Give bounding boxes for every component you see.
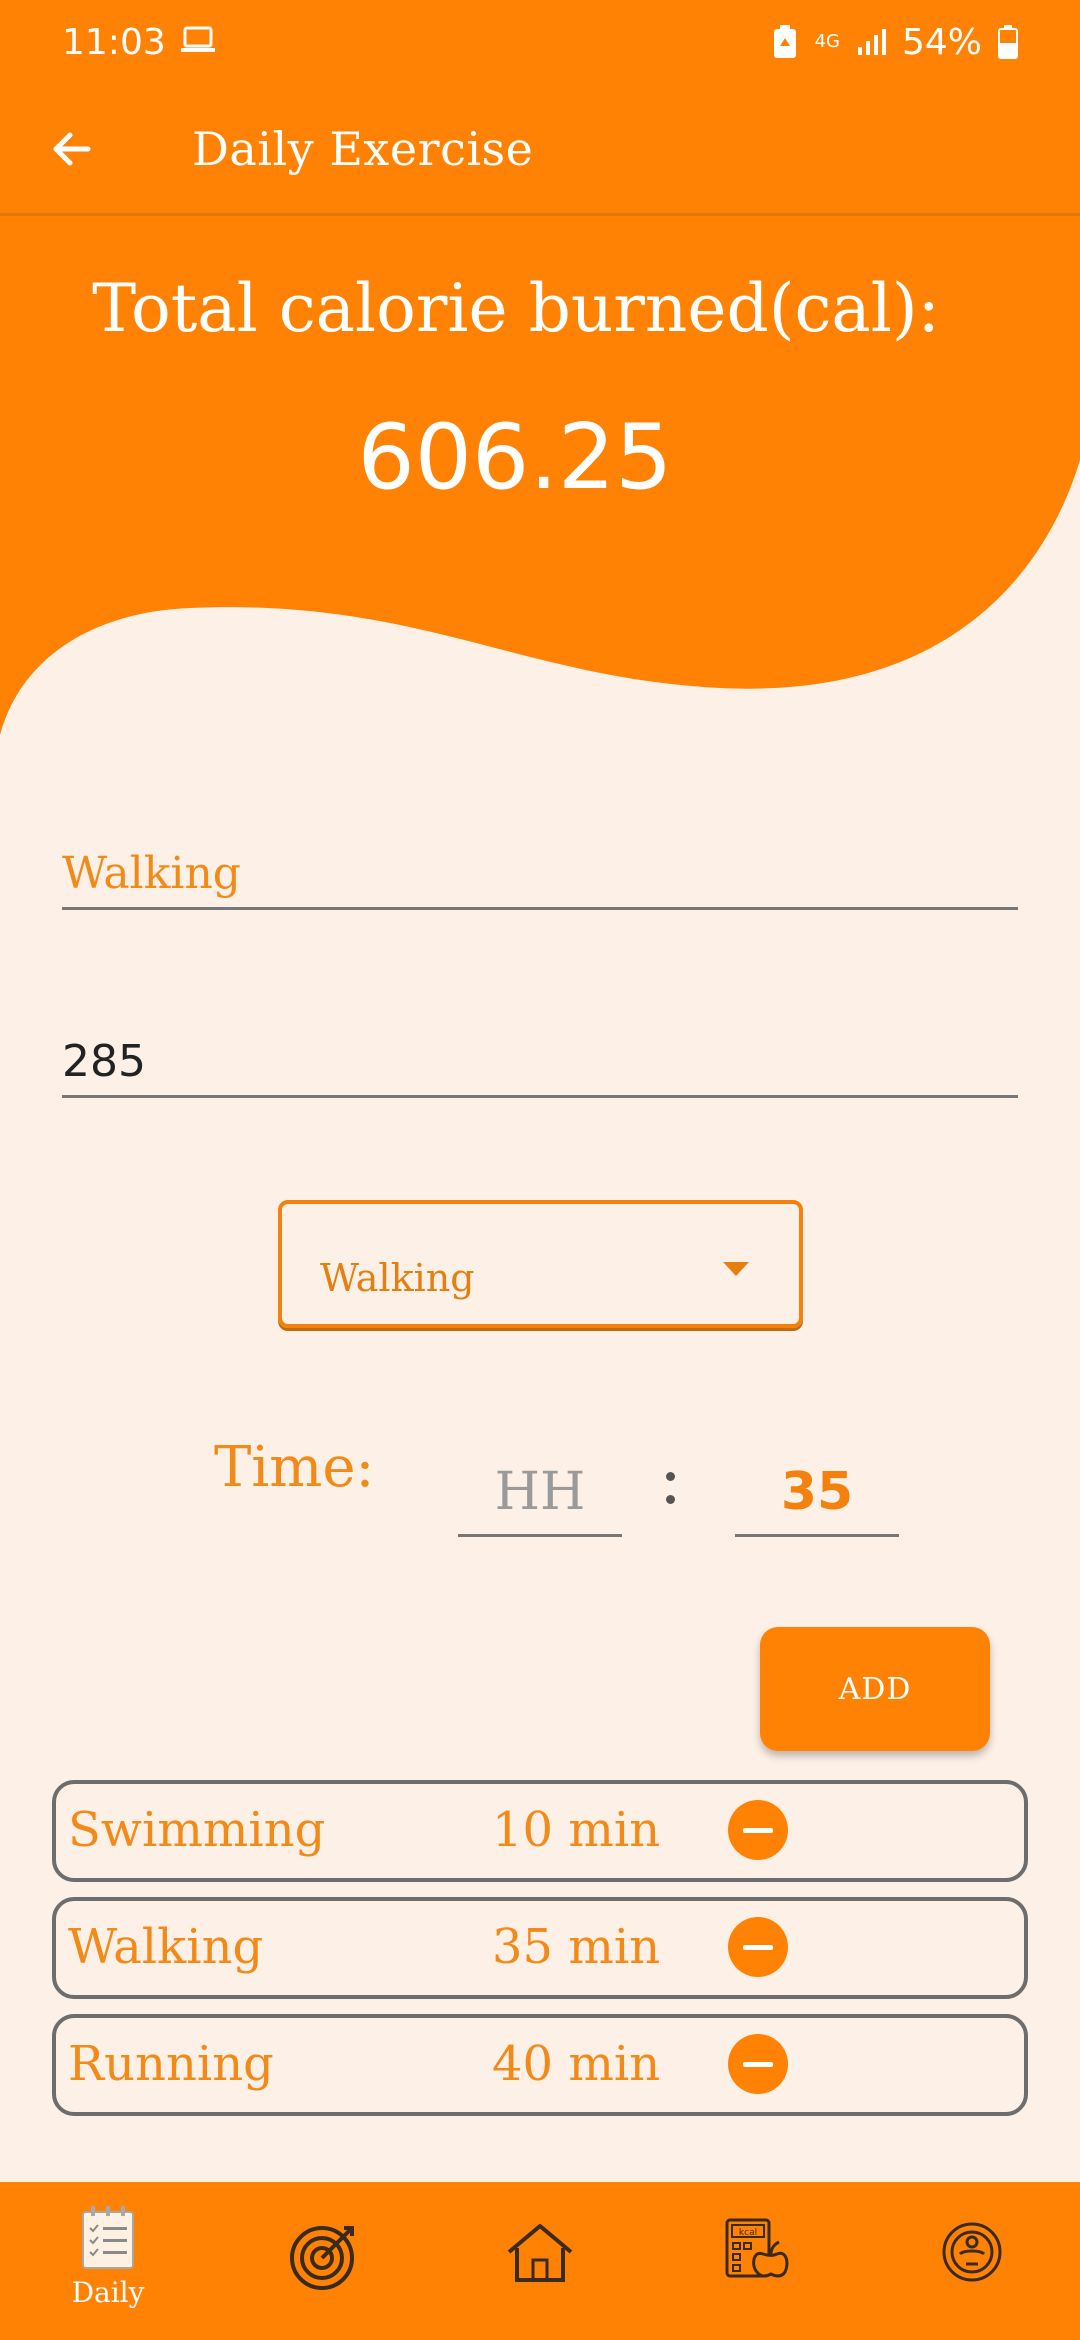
scale-icon [942, 2222, 1002, 2282]
add-button[interactable]: ADD [760, 1627, 990, 1751]
nav-item-home[interactable] [432, 2182, 648, 2340]
nav-item-calculator[interactable]: kcal [648, 2182, 864, 2340]
nav-item-goal[interactable] [216, 2182, 432, 2340]
nav-item-daily[interactable]: Daily [0, 2182, 216, 2340]
remove-exercise-button[interactable] [728, 1917, 788, 1977]
exercise-type-dropdown[interactable]: Walking [278, 1200, 803, 1328]
kcal-calculator-icon: kcal [725, 2218, 789, 2278]
laptop-icon [180, 22, 216, 63]
list-item: Walking 35 min [52, 1897, 1028, 1999]
app-bar: Daily Exercise [0, 84, 1080, 216]
arrow-left-icon [53, 132, 91, 165]
exercise-item-duration: 10 min [492, 1802, 661, 1858]
total-calorie-value: 606.25 [357, 405, 673, 510]
bottom-navigation: Daily kcal [0, 2182, 1080, 2340]
remove-exercise-button[interactable] [728, 1800, 788, 1860]
exercise-item-duration: 35 min [492, 1919, 661, 1975]
exercise-item-name: Swimming [68, 1802, 326, 1858]
caret-down-icon [723, 1262, 749, 1276]
nav-label-daily: Daily [71, 2276, 145, 2309]
exercise-list: Swimming 10 min Walking 35 min Running 4… [52, 1780, 1028, 2131]
time-separator [666, 1462, 680, 1518]
battery-saver-icon [771, 24, 799, 60]
back-button[interactable] [36, 113, 108, 185]
time-label: Time: [214, 1435, 375, 1500]
network-type-label: 4G [814, 31, 840, 52]
minutes-input[interactable]: 35 [735, 1462, 899, 1537]
remove-exercise-button[interactable] [728, 2034, 788, 2094]
calories-input[interactable]: 285 [62, 1028, 1018, 1098]
status-bar: 11:03 4G 54% [0, 0, 1080, 84]
daily-exercise-screen: 11:03 4G 54% Daily Exercise Total calori… [0, 0, 1080, 2340]
nav-item-scale[interactable] [864, 2182, 1080, 2340]
svg-text:kcal: kcal [739, 2228, 757, 2238]
clipboard-checklist-icon [82, 2206, 134, 2269]
exercise-item-duration: 40 min [492, 2036, 661, 2092]
exercise-name-input[interactable]: Walking [62, 840, 1018, 910]
minus-icon [743, 2061, 773, 2067]
minus-icon [743, 1827, 773, 1833]
dropdown-selected-value: Walking [320, 1256, 475, 1300]
list-item: Swimming 10 min [52, 1780, 1028, 1882]
list-item: Running 40 min [52, 2014, 1028, 2116]
total-calorie-label: Total calorie burned(cal): [92, 270, 940, 347]
home-icon [507, 2224, 573, 2282]
target-icon [290, 2226, 354, 2290]
network-type-icon: 4G [815, 33, 840, 51]
hours-input[interactable]: HH [458, 1462, 622, 1537]
status-time: 11:03 [62, 21, 166, 63]
exercise-item-name: Walking [68, 1919, 264, 1975]
minus-icon [743, 1944, 773, 1950]
signal-icon [856, 27, 886, 57]
page-title: Daily Exercise [192, 121, 534, 176]
battery-level: 54% [901, 21, 982, 63]
exercise-item-name: Running [68, 2036, 274, 2092]
battery-icon [998, 25, 1018, 59]
